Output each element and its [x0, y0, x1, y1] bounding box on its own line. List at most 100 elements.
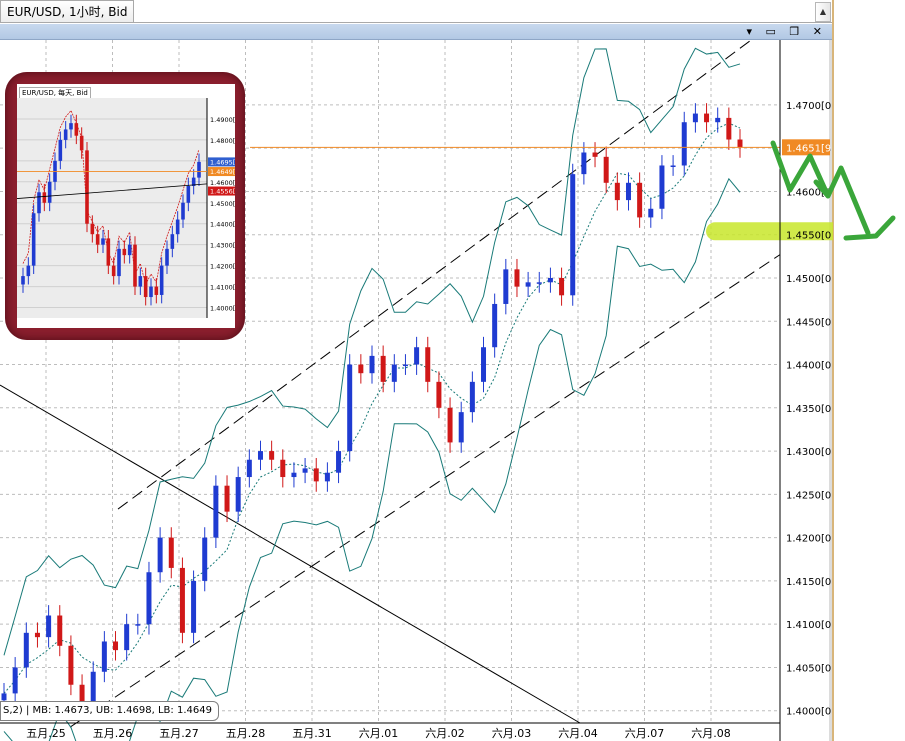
candle-down — [603, 156, 609, 183]
inset-candle-up — [149, 286, 153, 298]
inset-candle-up — [181, 202, 185, 220]
inset-y-tick: 1.4900[0 — [210, 116, 235, 124]
candle-up — [157, 537, 163, 573]
candle-down — [68, 645, 74, 685]
candle-down — [168, 537, 174, 568]
x-tick-label: 五月.31 — [292, 727, 332, 740]
inset-candle-down — [143, 276, 148, 298]
inset-candle-down — [111, 265, 116, 277]
indicator-legend: S,2) | MB: 1.4673, UB: 1.4698, LB: 1.464… — [0, 701, 219, 721]
candle-up — [347, 364, 353, 452]
candle-down — [704, 113, 710, 123]
inset-candle-down — [90, 223, 95, 235]
candle-down — [113, 641, 119, 651]
x-tick-label: 六月.01 — [359, 727, 399, 740]
y-tick-label: 1.4150[0 — [786, 577, 831, 588]
x-tick-label: 六月.07 — [625, 727, 665, 740]
candle-up — [536, 282, 542, 284]
inset-candle-down — [79, 135, 84, 151]
inset-candle-up — [127, 244, 132, 256]
x-tick-label: 五月.28 — [226, 727, 266, 740]
candle-down — [514, 269, 520, 287]
y-tick-label: 1.4300[0 — [786, 447, 831, 458]
candle-up — [681, 122, 687, 166]
candle-up — [547, 277, 553, 283]
inset-candle-up — [159, 265, 164, 295]
inset-candle-up — [31, 213, 36, 266]
inset-candle-down — [133, 244, 137, 287]
candle-down — [380, 355, 386, 382]
inset-candle-down — [42, 192, 47, 203]
candle-down — [57, 615, 63, 646]
candle-up — [402, 364, 408, 367]
inset-candle-down — [122, 248, 127, 256]
candle-up — [101, 641, 107, 672]
inset-daily-chart: EUR/USD, 每天, Bid 1.4000[01.4100[01.4200[… — [17, 84, 235, 328]
y-tick-label: 1.4500[0 — [786, 274, 831, 285]
candle-up — [202, 537, 208, 581]
candle-up — [124, 624, 130, 651]
candle-down — [737, 139, 743, 148]
candle-up — [302, 468, 308, 473]
x-tick-label: 六月.04 — [558, 727, 598, 740]
x-tick-label: 五月.25 — [26, 727, 66, 740]
chart-window-titlebar: ▾ ▭ ❐ ✕ — [0, 24, 833, 40]
inset-candle-up — [37, 192, 41, 214]
candle-up — [369, 355, 375, 374]
candle-up — [291, 472, 297, 478]
inset-y-tick: 1.4100[0 — [210, 284, 235, 292]
inset-chart-svg: 1.4000[0 1.4100[0 1.4200[0 1.4300[0 1.4400[0… — [17, 98, 235, 318]
inset-candle-down — [74, 123, 79, 136]
inset-y-tick: 1.4300[0 — [210, 242, 235, 250]
inset-candle-down — [106, 238, 111, 266]
y-tick-label: 1.4700[0 — [786, 101, 831, 112]
window-controls[interactable]: ▾ ▭ ❐ ✕ — [747, 24, 827, 39]
diagonal-line — [0, 384, 581, 724]
y-tick-label: 1.4250[0 — [786, 490, 831, 501]
candle-down — [592, 152, 598, 157]
candle-down — [614, 182, 620, 201]
candle-up — [46, 615, 52, 638]
candle-up — [492, 303, 498, 348]
down-arrow-annotation — [770, 140, 896, 241]
y-tick-label: 1.4450[0 — [786, 317, 831, 328]
candle-up — [458, 412, 464, 443]
x-tick-label: 六月.02 — [425, 727, 465, 740]
candle-up — [1, 693, 7, 701]
candle-down — [436, 381, 442, 408]
x-tick-label: 六月.03 — [492, 727, 532, 740]
candle-down — [280, 459, 286, 478]
candle-down — [34, 632, 40, 638]
candle-up — [23, 632, 29, 668]
scroll-up-button[interactable]: ▲ — [815, 2, 831, 22]
inset-y-tick: 1.4000[0 — [210, 305, 235, 313]
inset-candle-up — [175, 219, 180, 235]
chart-tab[interactable]: EUR/USD, 1小时, Bid — [0, 0, 135, 23]
inset-candle-down — [154, 286, 159, 295]
candle-down — [358, 364, 364, 374]
y-tick-label: 1.4400[0 — [786, 361, 831, 372]
inset-candle-up — [101, 238, 105, 245]
y-tick-label: 1.4200[0 — [786, 534, 831, 545]
inset-y-tick: 1.4800[0 — [210, 137, 235, 145]
inset-candle-up — [26, 265, 31, 277]
inset-candle-up — [117, 248, 121, 277]
candle-up — [648, 208, 654, 218]
candle-up — [670, 165, 676, 167]
candle-down — [313, 468, 319, 482]
candle-up — [414, 347, 420, 365]
inset-y-tick: 1.4200[0 — [210, 263, 235, 271]
candle-up — [659, 165, 665, 209]
inset-candle-up — [69, 123, 73, 130]
side-panel — [832, 0, 905, 741]
candle-up — [90, 671, 96, 703]
candle-up — [692, 113, 698, 123]
candle-down — [637, 182, 643, 218]
candle-down — [269, 451, 275, 460]
candle-down — [447, 407, 453, 443]
candle-up — [135, 624, 141, 626]
candle-up — [625, 182, 631, 201]
inset-price-tag-text: 1.4695[5 — [210, 158, 235, 166]
inset-candle-down — [95, 234, 100, 245]
candle-up — [235, 477, 241, 512]
